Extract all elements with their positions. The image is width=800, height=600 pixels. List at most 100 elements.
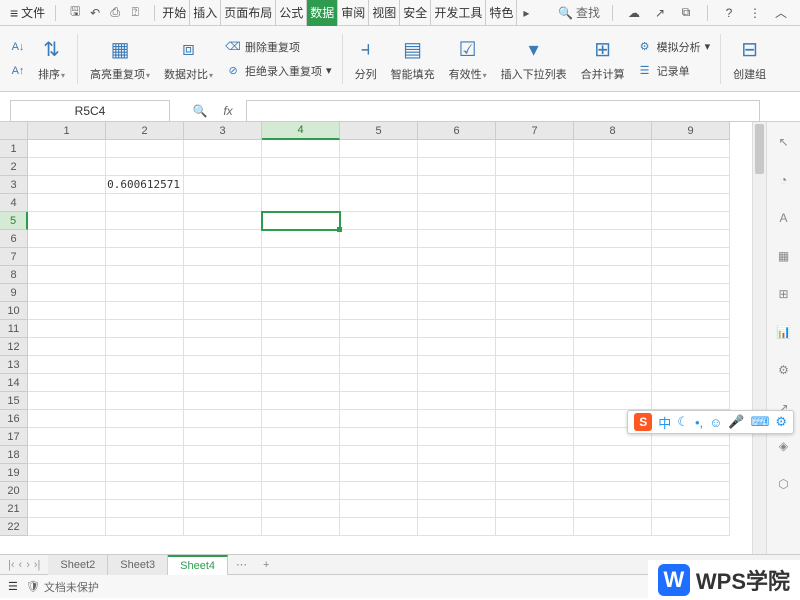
cell[interactable] (418, 464, 496, 482)
cell[interactable] (340, 464, 418, 482)
cell[interactable] (184, 374, 262, 392)
col-header[interactable]: 3 (184, 122, 262, 140)
sheet-nav-first[interactable]: |‹ (8, 559, 15, 571)
cell[interactable] (652, 446, 730, 464)
cell[interactable] (28, 500, 106, 518)
cell[interactable] (496, 248, 574, 266)
record-form-button[interactable]: ☰记录单 (633, 61, 715, 81)
save-icon[interactable]: 🖫 (66, 4, 84, 22)
cell[interactable] (340, 302, 418, 320)
row-header[interactable]: 21 (0, 500, 28, 518)
cell[interactable] (418, 374, 496, 392)
sort-asc[interactable]: A↓ (6, 37, 30, 57)
cell[interactable] (262, 356, 340, 374)
row-header[interactable]: 15 (0, 392, 28, 410)
row-header[interactable]: 4 (0, 194, 28, 212)
cell[interactable] (106, 428, 184, 446)
cell[interactable] (28, 266, 106, 284)
cell[interactable] (106, 302, 184, 320)
row-header[interactable]: 1 (0, 140, 28, 158)
cell[interactable] (652, 482, 730, 500)
row-header[interactable]: 20 (0, 482, 28, 500)
more-icon[interactable]: ⋮ (746, 4, 764, 22)
ime-settings-icon[interactable]: ⚙ (775, 414, 787, 430)
cell[interactable] (340, 248, 418, 266)
row-header[interactable]: 19 (0, 464, 28, 482)
cell[interactable] (262, 500, 340, 518)
cell[interactable] (652, 518, 730, 536)
cell[interactable] (574, 374, 652, 392)
share-icon[interactable]: ↗ (651, 4, 669, 22)
cell[interactable] (28, 248, 106, 266)
col-header[interactable]: 6 (418, 122, 496, 140)
cell[interactable] (418, 194, 496, 212)
col-header[interactable]: 8 (574, 122, 652, 140)
menu-icon[interactable]: ☰ (8, 580, 18, 593)
window-icon[interactable]: ⧉ (677, 4, 695, 22)
cell[interactable] (184, 482, 262, 500)
cell[interactable] (184, 194, 262, 212)
cell[interactable] (340, 518, 418, 536)
cell[interactable] (496, 194, 574, 212)
cell[interactable] (574, 320, 652, 338)
cell[interactable] (418, 482, 496, 500)
cell[interactable] (262, 410, 340, 428)
cell[interactable] (496, 518, 574, 536)
cell[interactable] (574, 248, 652, 266)
cell[interactable] (418, 392, 496, 410)
tab-devtools[interactable]: 开发工具 (431, 0, 486, 26)
cell[interactable] (418, 428, 496, 446)
cell[interactable] (28, 428, 106, 446)
cell[interactable] (106, 464, 184, 482)
cell[interactable] (106, 518, 184, 536)
cell[interactable] (418, 410, 496, 428)
cell[interactable] (652, 140, 730, 158)
cell[interactable] (262, 392, 340, 410)
data-compare-button[interactable]: ⧈ 数据对比▾ (158, 36, 219, 82)
row-header[interactable]: 5 (0, 212, 28, 230)
ime-face-icon[interactable]: ☺ (709, 415, 722, 430)
undo-icon[interactable]: ↶ (86, 4, 104, 22)
cell[interactable] (340, 338, 418, 356)
cell[interactable] (262, 482, 340, 500)
validity-button[interactable]: ☑ 有效性▾ (443, 36, 493, 82)
cell[interactable] (340, 140, 418, 158)
cell[interactable] (496, 410, 574, 428)
cell[interactable] (28, 338, 106, 356)
cell[interactable] (418, 266, 496, 284)
cell[interactable] (418, 446, 496, 464)
cell[interactable] (28, 464, 106, 482)
tab-security[interactable]: 安全 (400, 0, 431, 26)
row-header[interactable]: 6 (0, 230, 28, 248)
highlight-dup-button[interactable]: ▦ 高亮重复项▾ (84, 36, 156, 82)
cell[interactable] (418, 518, 496, 536)
cell[interactable] (262, 230, 340, 248)
cube-icon[interactable]: ⬡ (774, 474, 794, 494)
cell[interactable] (496, 446, 574, 464)
cell[interactable] (574, 302, 652, 320)
cell[interactable] (418, 230, 496, 248)
cell[interactable] (418, 356, 496, 374)
cell[interactable] (184, 410, 262, 428)
col-header[interactable]: 5 (340, 122, 418, 140)
sheet-nav-last[interactable]: ›| (34, 559, 41, 571)
col-header[interactable]: 7 (496, 122, 574, 140)
sort-desc[interactable]: A↑ (6, 61, 30, 81)
col-header[interactable]: 9 (652, 122, 730, 140)
add-sheet-button[interactable]: + (255, 559, 277, 571)
col-header[interactable]: 2 (106, 122, 184, 140)
cell[interactable] (340, 392, 418, 410)
cell[interactable] (574, 284, 652, 302)
cell[interactable] (28, 230, 106, 248)
row-header[interactable]: 8 (0, 266, 28, 284)
zoom-fx-icon[interactable]: 🔍 (190, 101, 210, 121)
cell[interactable] (340, 500, 418, 518)
cell[interactable] (184, 500, 262, 518)
cell[interactable] (262, 320, 340, 338)
cell[interactable] (496, 320, 574, 338)
cell[interactable] (652, 266, 730, 284)
apps-icon[interactable]: ⊞ (774, 284, 794, 304)
cell[interactable] (28, 518, 106, 536)
row-header[interactable]: 16 (0, 410, 28, 428)
cell[interactable] (340, 266, 418, 284)
